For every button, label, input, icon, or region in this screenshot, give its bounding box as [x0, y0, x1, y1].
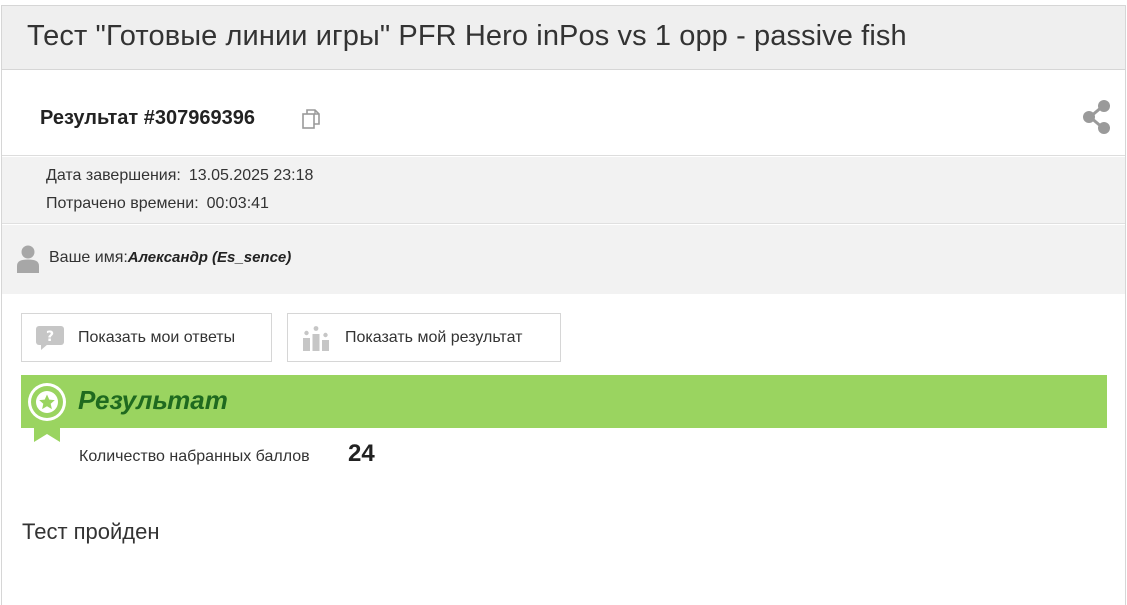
- completed-date-value: 13.05.2025 23:18: [188, 167, 314, 184]
- result-meta: Дата завершения: 13.05.2025 23:18 Потраче…: [2, 157, 1125, 224]
- result-header: Результат #307969396: [2, 71, 1125, 156]
- score-value: 24: [348, 440, 375, 467]
- question-bubble-icon: ?: [36, 326, 64, 350]
- share-icon[interactable]: [1082, 99, 1112, 135]
- show-answers-label: Показать мои ответы: [78, 329, 236, 346]
- page-title: Тест "Готовые линии игры" PFR Hero inPos…: [27, 20, 907, 52]
- user-name-label: Ваше имя:: [49, 249, 128, 266]
- copy-icon[interactable]: [302, 109, 320, 129]
- podium-icon: [303, 326, 329, 351]
- time-spent-row: Потрачено времени: 00:03:41: [46, 195, 269, 213]
- svg-text:?: ?: [46, 329, 54, 345]
- result-banner: Результат: [21, 375, 1107, 428]
- result-title: Результат: [78, 385, 228, 415]
- show-result-button[interactable]: Показать мой результат: [287, 313, 561, 362]
- award-badge-icon: [28, 383, 66, 442]
- show-answers-button[interactable]: ? Показать мои ответы: [21, 313, 272, 362]
- test-verdict: Тест пройден: [22, 519, 160, 544]
- title-bar: Тест "Готовые линии игры" PFR Hero inPos…: [2, 6, 1125, 70]
- user-name-value: Александр (Es_sence): [127, 249, 292, 266]
- completed-date-label: Дата завершения:: [46, 167, 181, 184]
- score-label: Количество набранных баллов: [79, 448, 310, 465]
- user-section: Ваше имя:Александр (Es_sence): [2, 225, 1125, 294]
- result-id: Результат #307969396: [40, 107, 256, 129]
- user-name-row: Ваше имя:Александр (Es_sence): [49, 249, 291, 267]
- user-icon: [17, 245, 39, 273]
- result-page: Тест "Готовые линии игры" PFR Hero inPos…: [1, 5, 1126, 605]
- completed-date-row: Дата завершения: 13.05.2025 23:18: [46, 167, 313, 185]
- show-result-label: Показать мой результат: [345, 329, 523, 346]
- time-spent-value: 00:03:41: [206, 195, 269, 212]
- time-spent-label: Потрачено времени:: [46, 195, 199, 212]
